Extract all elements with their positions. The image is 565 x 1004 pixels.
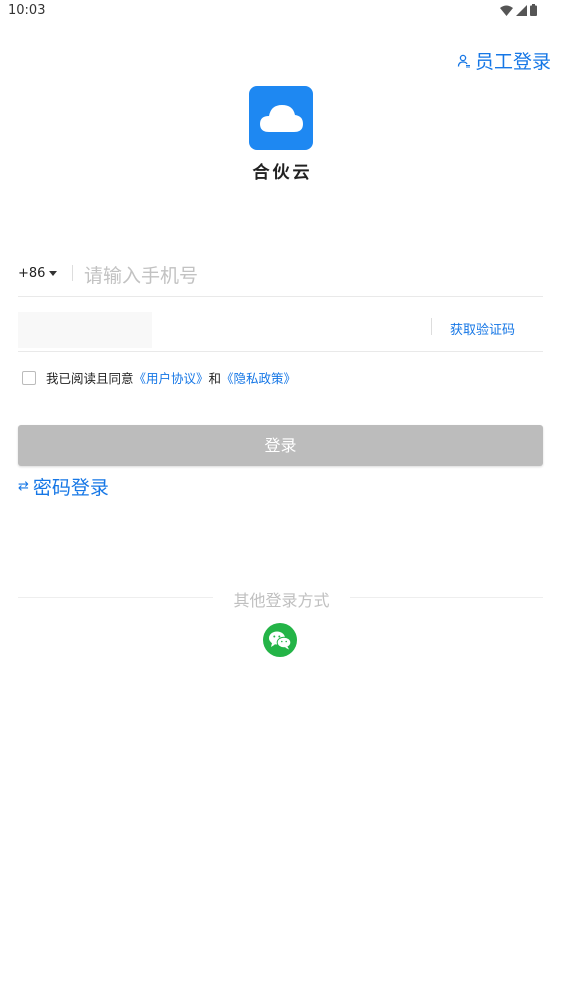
divider <box>72 265 73 281</box>
agreement-checkbox[interactable] <box>22 370 36 385</box>
phone-row: +86 <box>18 258 543 297</box>
battery-icon <box>530 4 537 16</box>
status-bar: 10:03 <box>0 0 565 24</box>
divider <box>431 318 432 335</box>
country-code-select[interactable]: +86 <box>18 266 58 281</box>
wechat-icon <box>269 631 292 650</box>
country-code-value: +86 <box>18 266 46 281</box>
agreement-and-text: 和 <box>208 371 222 386</box>
cloud-icon <box>260 105 303 132</box>
login-button[interactable]: 登录 <box>18 425 543 466</box>
other-login-label: 其他登录方式 <box>233 591 330 610</box>
verification-code-input[interactable] <box>18 312 152 348</box>
privacy-policy-link[interactable]: 《隐私政策》 <box>221 368 296 387</box>
caret-down-icon <box>49 271 58 276</box>
user-agreement-link[interactable]: 《用户协议》 <box>134 368 209 387</box>
phone-input[interactable] <box>84 259 524 293</box>
wifi-icon <box>500 5 513 16</box>
agreement-text: 我已阅读且同意 <box>46 371 134 386</box>
code-row: 获取验证码 <box>18 312 543 352</box>
staff-login-label: 员工登录 <box>474 51 551 73</box>
get-code-button[interactable]: 获取验证码 <box>450 319 515 338</box>
password-login-link[interactable]: ⇄ 密码登录 <box>18 473 109 500</box>
agreement-row: 我已阅读且同意 《用户协议》 和 《隐私政策》 <box>22 368 296 387</box>
status-time: 10:03 <box>8 3 46 18</box>
status-icons <box>500 4 537 16</box>
wechat-login-button[interactable] <box>263 623 297 657</box>
divider-line <box>18 597 213 598</box>
swap-icon: ⇄ <box>18 479 29 494</box>
staff-login-link[interactable]: 员工登录 <box>457 47 551 74</box>
app-name: 合伙云 <box>252 163 313 183</box>
other-login-divider: 其他登录方式 <box>18 586 543 610</box>
divider-line <box>350 597 543 598</box>
password-login-label: 密码登录 <box>32 477 109 499</box>
staff-icon <box>457 54 470 67</box>
app-logo <box>249 86 313 150</box>
signal-icon <box>516 4 527 16</box>
